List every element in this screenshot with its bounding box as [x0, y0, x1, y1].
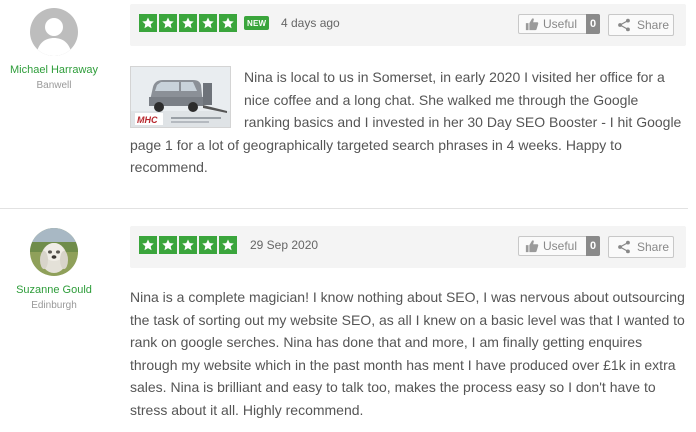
review-author: Michael Harraway Banwell [0, 8, 108, 91]
star-icon [199, 236, 217, 254]
review-header: NEW 4 days ago Useful 0 Share [130, 4, 686, 46]
avatar[interactable] [30, 228, 78, 276]
useful-button[interactable]: Useful 0 [518, 13, 600, 34]
review-header: 29 Sep 2020 Useful 0 Share [130, 226, 686, 268]
review-card: Michael Harraway Banwell NEW 4 days ago … [0, 0, 696, 200]
thumbs-up-icon [525, 18, 539, 31]
author-location: Edinburgh [31, 300, 77, 311]
thumbs-up-icon [525, 240, 539, 253]
default-avatar-icon [30, 8, 78, 56]
review-date: 4 days ago [281, 16, 340, 30]
star-icon [219, 236, 237, 254]
useful-count: 0 [586, 13, 600, 34]
star-icon [139, 14, 157, 32]
review-photo[interactable]: MHC [130, 66, 231, 128]
star-icon [199, 14, 217, 32]
dog-photo-icon [30, 228, 78, 276]
star-icon [159, 236, 177, 254]
star-rating [139, 14, 237, 32]
review-date: 29 Sep 2020 [250, 238, 319, 252]
useful-label: Useful [543, 239, 578, 253]
author-name[interactable]: Michael Harraway [0, 64, 108, 76]
useful-count: 0 [586, 235, 600, 256]
share-label: Share [637, 240, 670, 254]
van-photo-icon: MHC [131, 67, 230, 127]
star-icon [219, 14, 237, 32]
useful-button[interactable]: Useful 0 [518, 235, 600, 256]
star-rating [139, 236, 237, 254]
review-text-block: MHC Nina is local to us in Somerset, in … [130, 66, 686, 179]
author-name[interactable]: Suzanne Gould [0, 284, 108, 296]
review-text: Nina is a complete magician! I know noth… [130, 289, 685, 418]
share-button[interactable]: Share [608, 236, 674, 258]
star-icon [139, 236, 157, 254]
star-icon [179, 236, 197, 254]
new-badge: NEW [244, 16, 270, 30]
review-author: Suzanne Gould Edinburgh [0, 228, 108, 311]
star-icon [179, 14, 197, 32]
svg-text:MHC: MHC [137, 115, 158, 125]
author-location: Banwell [36, 80, 72, 91]
share-label: Share [637, 18, 670, 32]
share-button[interactable]: Share [608, 14, 674, 36]
useful-label: Useful [543, 17, 578, 31]
star-icon [159, 14, 177, 32]
share-icon [618, 18, 630, 32]
review-divider [0, 208, 688, 209]
avatar[interactable] [30, 8, 78, 56]
share-icon [618, 240, 630, 254]
review-card: Suzanne Gould Edinburgh 29 Sep 2020 Usef… [0, 218, 696, 432]
